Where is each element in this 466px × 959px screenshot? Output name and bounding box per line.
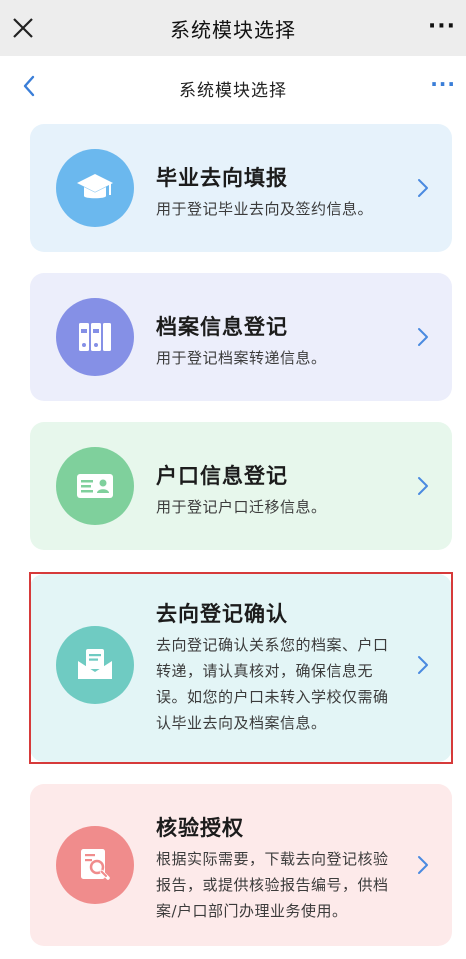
id-card-icon <box>77 474 113 498</box>
household-icon-circle <box>56 447 134 525</box>
archives-icon-circle <box>56 298 134 376</box>
chevron-right-icon <box>418 477 428 495</box>
window-title: 系统模块选择 <box>170 18 296 42</box>
graduation-icon-circle <box>56 149 134 227</box>
chevron-right-icon <box>418 856 428 874</box>
card-description: 用于登记档案转递信息。 <box>156 349 327 367</box>
card-title: 档案信息登记 <box>156 315 288 339</box>
card-description-line: 报告，或提供核验报告编号，供档 <box>156 876 389 894</box>
nav-bar: 系统模块选择 ··· <box>0 56 466 118</box>
verification-icon-circle <box>56 826 134 904</box>
module-card-verification[interactable]: 核验授权 根据实际需要，下载去向登记核验 报告，或提供核验报告编号，供档 案/户… <box>30 784 452 946</box>
card-title: 核验授权 <box>156 816 244 840</box>
card-description-line: 案/户口部门办理业务使用。 <box>156 902 348 920</box>
chevron-right-icon <box>418 179 428 197</box>
search-document-icon <box>81 849 110 880</box>
module-card-household[interactable]: 户口信息登记 用于登记户口迁移信息。 <box>30 422 452 550</box>
chevron-right-icon <box>418 328 428 346</box>
top-bar: 系统模块选择 ··· <box>0 0 466 56</box>
card-title: 户口信息登记 <box>156 464 288 488</box>
card-title: 毕业去向填报 <box>156 166 288 190</box>
nav-more-button[interactable]: ··· <box>430 72 456 96</box>
module-card-graduation[interactable]: 毕业去向填报 用于登记毕业去向及签约信息。 <box>30 124 452 252</box>
card-description-line: 根据实际需要，下载去向登记核验 <box>156 850 389 868</box>
more-menu-button[interactable]: ··· <box>428 14 456 39</box>
module-card-archives[interactable]: 档案信息登记 用于登记档案转递信息。 <box>30 273 452 401</box>
graduation-cap-icon <box>77 174 113 199</box>
page-title: 系统模块选择 <box>179 81 287 101</box>
card-description: 用于登记户口迁移信息。 <box>156 498 327 516</box>
card-description: 用于登记毕业去向及签约信息。 <box>156 200 374 218</box>
file-folder-icon <box>79 323 111 351</box>
selection-highlight-box <box>29 572 453 764</box>
